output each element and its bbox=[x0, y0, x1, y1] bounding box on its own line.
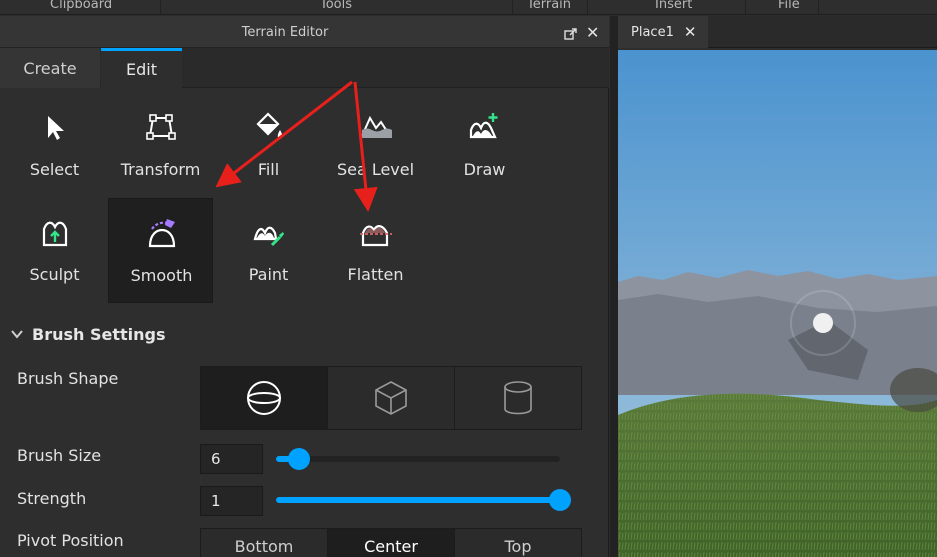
terrain-editor-panel: Terrain Editor ✕ Create Edit Select Tran… bbox=[0, 16, 609, 557]
ribbon-label-file: File bbox=[778, 0, 800, 12]
panel-splitter[interactable] bbox=[610, 16, 618, 557]
ribbon-divider bbox=[587, 0, 588, 14]
tab-place1[interactable]: Place1 ✕ bbox=[618, 16, 708, 48]
shape-sphere-button[interactable] bbox=[201, 367, 328, 429]
tool-select[interactable]: Select bbox=[2, 93, 107, 198]
tab-create[interactable]: Create bbox=[0, 48, 100, 88]
brush-size-label: Brush Size bbox=[17, 446, 102, 465]
tool-sculpt-label: Sculpt bbox=[29, 265, 80, 284]
brush-size-slider-track[interactable] bbox=[276, 456, 560, 462]
cylinder-icon bbox=[504, 381, 532, 415]
ribbon-label-insert: Insert bbox=[655, 0, 693, 12]
tool-flatten[interactable]: Flatten bbox=[323, 198, 428, 303]
tool-paint[interactable]: Paint bbox=[216, 198, 321, 303]
pivot-center-button[interactable]: Center bbox=[328, 529, 455, 557]
strength-label: Strength bbox=[17, 489, 87, 508]
brush-size-slider-thumb[interactable] bbox=[288, 448, 310, 470]
chevron-down-icon bbox=[11, 330, 23, 339]
tab-edit[interactable]: Edit bbox=[101, 48, 182, 88]
3d-viewport[interactable] bbox=[618, 50, 937, 557]
mode-tabs: Create Edit bbox=[0, 48, 609, 88]
shape-cylinder-button[interactable] bbox=[455, 367, 581, 429]
strength-slider-fill bbox=[276, 497, 560, 503]
tool-select-label: Select bbox=[29, 160, 80, 179]
close-tab-icon[interactable]: ✕ bbox=[684, 23, 697, 41]
ribbon-group-labels: Clipboard Tools Terrain Insert File bbox=[0, 0, 937, 15]
brush-settings-header[interactable]: Brush Settings bbox=[10, 322, 165, 346]
sphere-icon bbox=[247, 381, 281, 415]
paint-bucket-icon bbox=[256, 112, 283, 139]
brush-shape-label: Brush Shape bbox=[17, 369, 119, 388]
tool-smooth[interactable]: Smooth bbox=[108, 198, 213, 303]
panel-title: Terrain Editor bbox=[241, 25, 329, 40]
pivot-position-selector: Bottom Center Top bbox=[200, 528, 582, 557]
pivot-top-button[interactable]: Top bbox=[455, 529, 581, 557]
ribbon-divider bbox=[512, 0, 513, 14]
sculpt-icon bbox=[42, 221, 68, 247]
tool-transform[interactable]: Transform bbox=[108, 93, 213, 198]
paint-brush-terrain-icon bbox=[253, 226, 284, 247]
close-icon[interactable]: ✕ bbox=[586, 24, 599, 42]
cube-icon bbox=[375, 381, 407, 415]
ribbon-label-tools: Tools bbox=[320, 0, 353, 12]
strength-slider-thumb[interactable] bbox=[549, 489, 571, 511]
smooth-icon bbox=[148, 219, 176, 248]
tool-smooth-label: Smooth bbox=[130, 266, 193, 285]
tool-sea-level-label: Sea Level bbox=[336, 160, 415, 179]
tool-sea-level[interactable]: Sea Level bbox=[323, 93, 428, 198]
transform-icon bbox=[146, 114, 176, 140]
panel-title-bar: Terrain Editor ✕ bbox=[0, 16, 609, 48]
tool-draw[interactable]: Draw bbox=[432, 93, 537, 198]
tool-fill-label: Fill bbox=[257, 160, 280, 179]
sea-level-icon bbox=[360, 115, 392, 138]
ribbon-label-terrain: Terrain bbox=[527, 0, 572, 12]
tool-sculpt[interactable]: Sculpt bbox=[2, 198, 107, 303]
tool-flatten-label: Flatten bbox=[347, 265, 404, 284]
ribbon-divider bbox=[745, 0, 746, 14]
ribbon-label-clipboard: Clipboard bbox=[50, 0, 113, 12]
brush-shape-selector bbox=[200, 366, 582, 430]
ribbon-divider bbox=[818, 0, 819, 14]
flatten-icon bbox=[360, 225, 392, 247]
cursor-arrow-icon bbox=[48, 116, 64, 140]
draw-terrain-icon bbox=[469, 113, 498, 139]
terrain-scene bbox=[618, 50, 937, 557]
pivot-bottom-button[interactable]: Bottom bbox=[201, 529, 328, 557]
tool-fill[interactable]: Fill bbox=[216, 93, 321, 198]
tool-draw-label: Draw bbox=[463, 160, 506, 179]
strength-input[interactable]: 1 bbox=[200, 486, 263, 516]
viewport-tab-bar: Place1 ✕ bbox=[618, 16, 937, 48]
brush-settings-title: Brush Settings bbox=[32, 324, 166, 344]
undock-icon[interactable] bbox=[564, 27, 578, 41]
tab-place1-label: Place1 bbox=[631, 24, 674, 40]
brush-size-input[interactable]: 6 bbox=[200, 444, 263, 474]
tool-paint-label: Paint bbox=[248, 265, 289, 284]
tool-transform-label: Transform bbox=[120, 160, 201, 179]
pivot-position-label: Pivot Position bbox=[17, 531, 124, 550]
ribbon-divider bbox=[160, 0, 161, 14]
shape-cube-button[interactable] bbox=[328, 367, 455, 429]
